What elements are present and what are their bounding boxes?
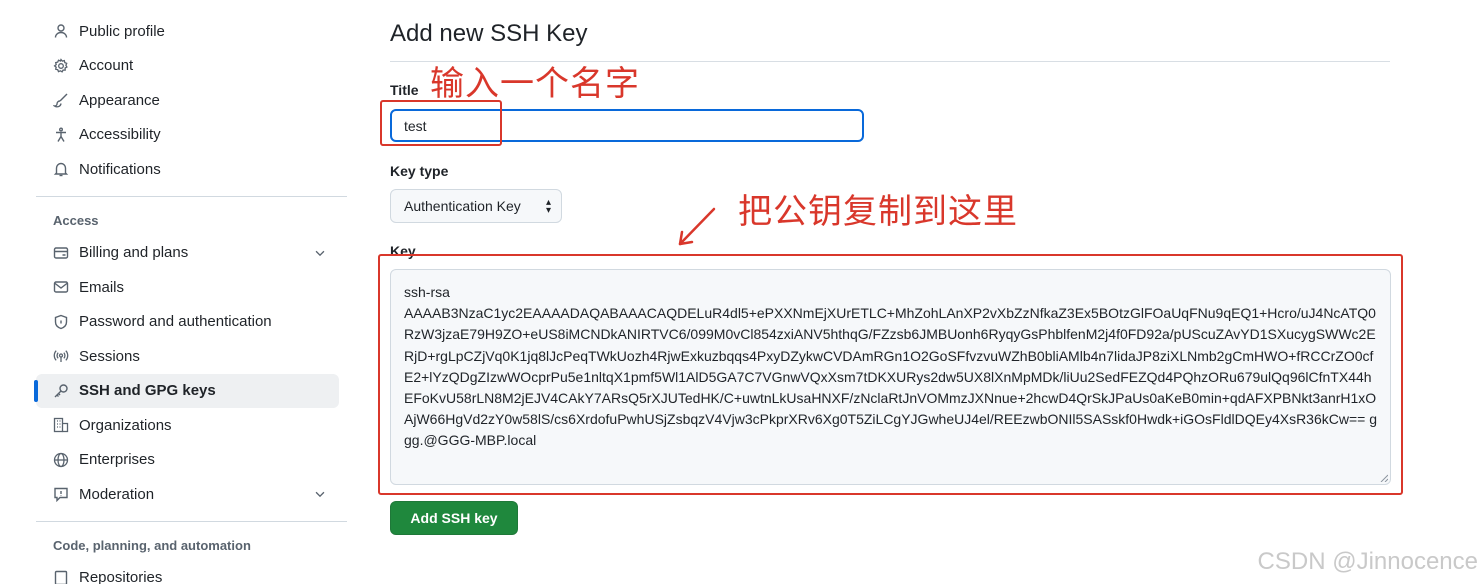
sidebar-item-account[interactable]: Account [36, 49, 347, 84]
sidebar-item-repositories[interactable]: Repositories [36, 561, 347, 584]
settings-sidebar: Public profile Account Appearance Access… [34, 14, 347, 584]
select-caret-icon: ▴ ▾ [545, 197, 551, 216]
sidebar-item-sessions[interactable]: Sessions [36, 339, 347, 374]
sidebar-item-label: Notifications [79, 160, 161, 178]
organization-icon [52, 416, 70, 434]
sidebar-item-organizations[interactable]: Organizations [36, 408, 347, 443]
sidebar-item-accessibility[interactable]: Accessibility [36, 118, 347, 153]
annotation-key-hint: 把公钥复制到这里 [738, 192, 1018, 232]
sidebar-item-label: Repositories [79, 569, 163, 584]
paintbrush-icon [52, 91, 70, 109]
sidebar-item-label: Password and authentication [79, 313, 272, 331]
sidebar-item-notifications[interactable]: Notifications [36, 152, 347, 187]
sidebar-item-label: Enterprises [79, 451, 155, 469]
section-title-access: Access [53, 213, 99, 228]
sidebar-item-label: Public profile [79, 22, 165, 40]
sidebar-item-emails[interactable]: Emails [36, 270, 347, 305]
sidebar-item-label: Accessibility [79, 126, 161, 144]
sidebar-item-password-auth[interactable]: Password and authentication [36, 305, 347, 340]
shield-lock-icon [52, 313, 70, 331]
sidebar-item-label: Billing and plans [79, 244, 189, 262]
chevron-down-icon[interactable] [313, 487, 327, 501]
sidebar-top-group: Public profile Account Appearance Access… [36, 14, 347, 187]
sidebar-item-label: Emails [79, 278, 125, 296]
chevron-down-icon[interactable] [313, 246, 327, 260]
page-title: Add new SSH Key [390, 20, 588, 47]
title-label: Title [390, 82, 419, 98]
mail-icon [52, 278, 70, 296]
credit-card-icon [52, 244, 70, 262]
report-icon [52, 485, 70, 503]
sidebar-item-label: Organizations [79, 416, 172, 434]
annotation-box-key [378, 254, 1403, 495]
sidebar-item-enterprises[interactable]: Enterprises [36, 443, 347, 478]
sidebar-item-label: Sessions [79, 347, 140, 365]
gear-icon [52, 57, 70, 75]
section-title-code: Code, planning, and automation [53, 538, 251, 553]
person-icon [52, 22, 70, 40]
add-ssh-key-button[interactable]: Add SSH key [390, 501, 518, 535]
sidebar-item-label: Appearance [79, 91, 160, 109]
globe-icon [52, 451, 70, 469]
annotation-arrow-icon [678, 207, 716, 246]
annotation-name-hint: 输入一个名字 [430, 64, 640, 104]
key-type-value: Authentication Key [404, 198, 521, 214]
sidebar-access-group: Billing and plans Emails Password and au… [34, 236, 347, 512]
sidebar-divider [36, 195, 347, 197]
key-type-select[interactable]: Authentication Key ▴ ▾ [390, 189, 562, 223]
watermark: CSDN @Jinnocence [1257, 548, 1478, 575]
annotation-box-title [380, 100, 502, 146]
sidebar-divider [36, 520, 347, 522]
repo-icon [52, 569, 70, 584]
sidebar-item-appearance[interactable]: Appearance [36, 83, 347, 118]
sidebar-item-label: Account [79, 57, 134, 75]
broadcast-icon [52, 347, 70, 365]
sidebar-item-billing[interactable]: Billing and plans [36, 236, 347, 271]
sidebar-item-moderation[interactable]: Moderation [36, 477, 347, 512]
sidebar-item-label: SSH and GPG keys [79, 382, 216, 400]
key-icon [52, 382, 70, 400]
sidebar-item-label: Moderation [79, 485, 155, 503]
sidebar-item-public-profile[interactable]: Public profile [36, 14, 347, 49]
key-type-label: Key type [390, 163, 449, 179]
accessibility-icon [52, 126, 70, 144]
sidebar-item-ssh-gpg-keys[interactable]: SSH and GPG keys [34, 373, 339, 408]
bell-icon [52, 160, 70, 178]
